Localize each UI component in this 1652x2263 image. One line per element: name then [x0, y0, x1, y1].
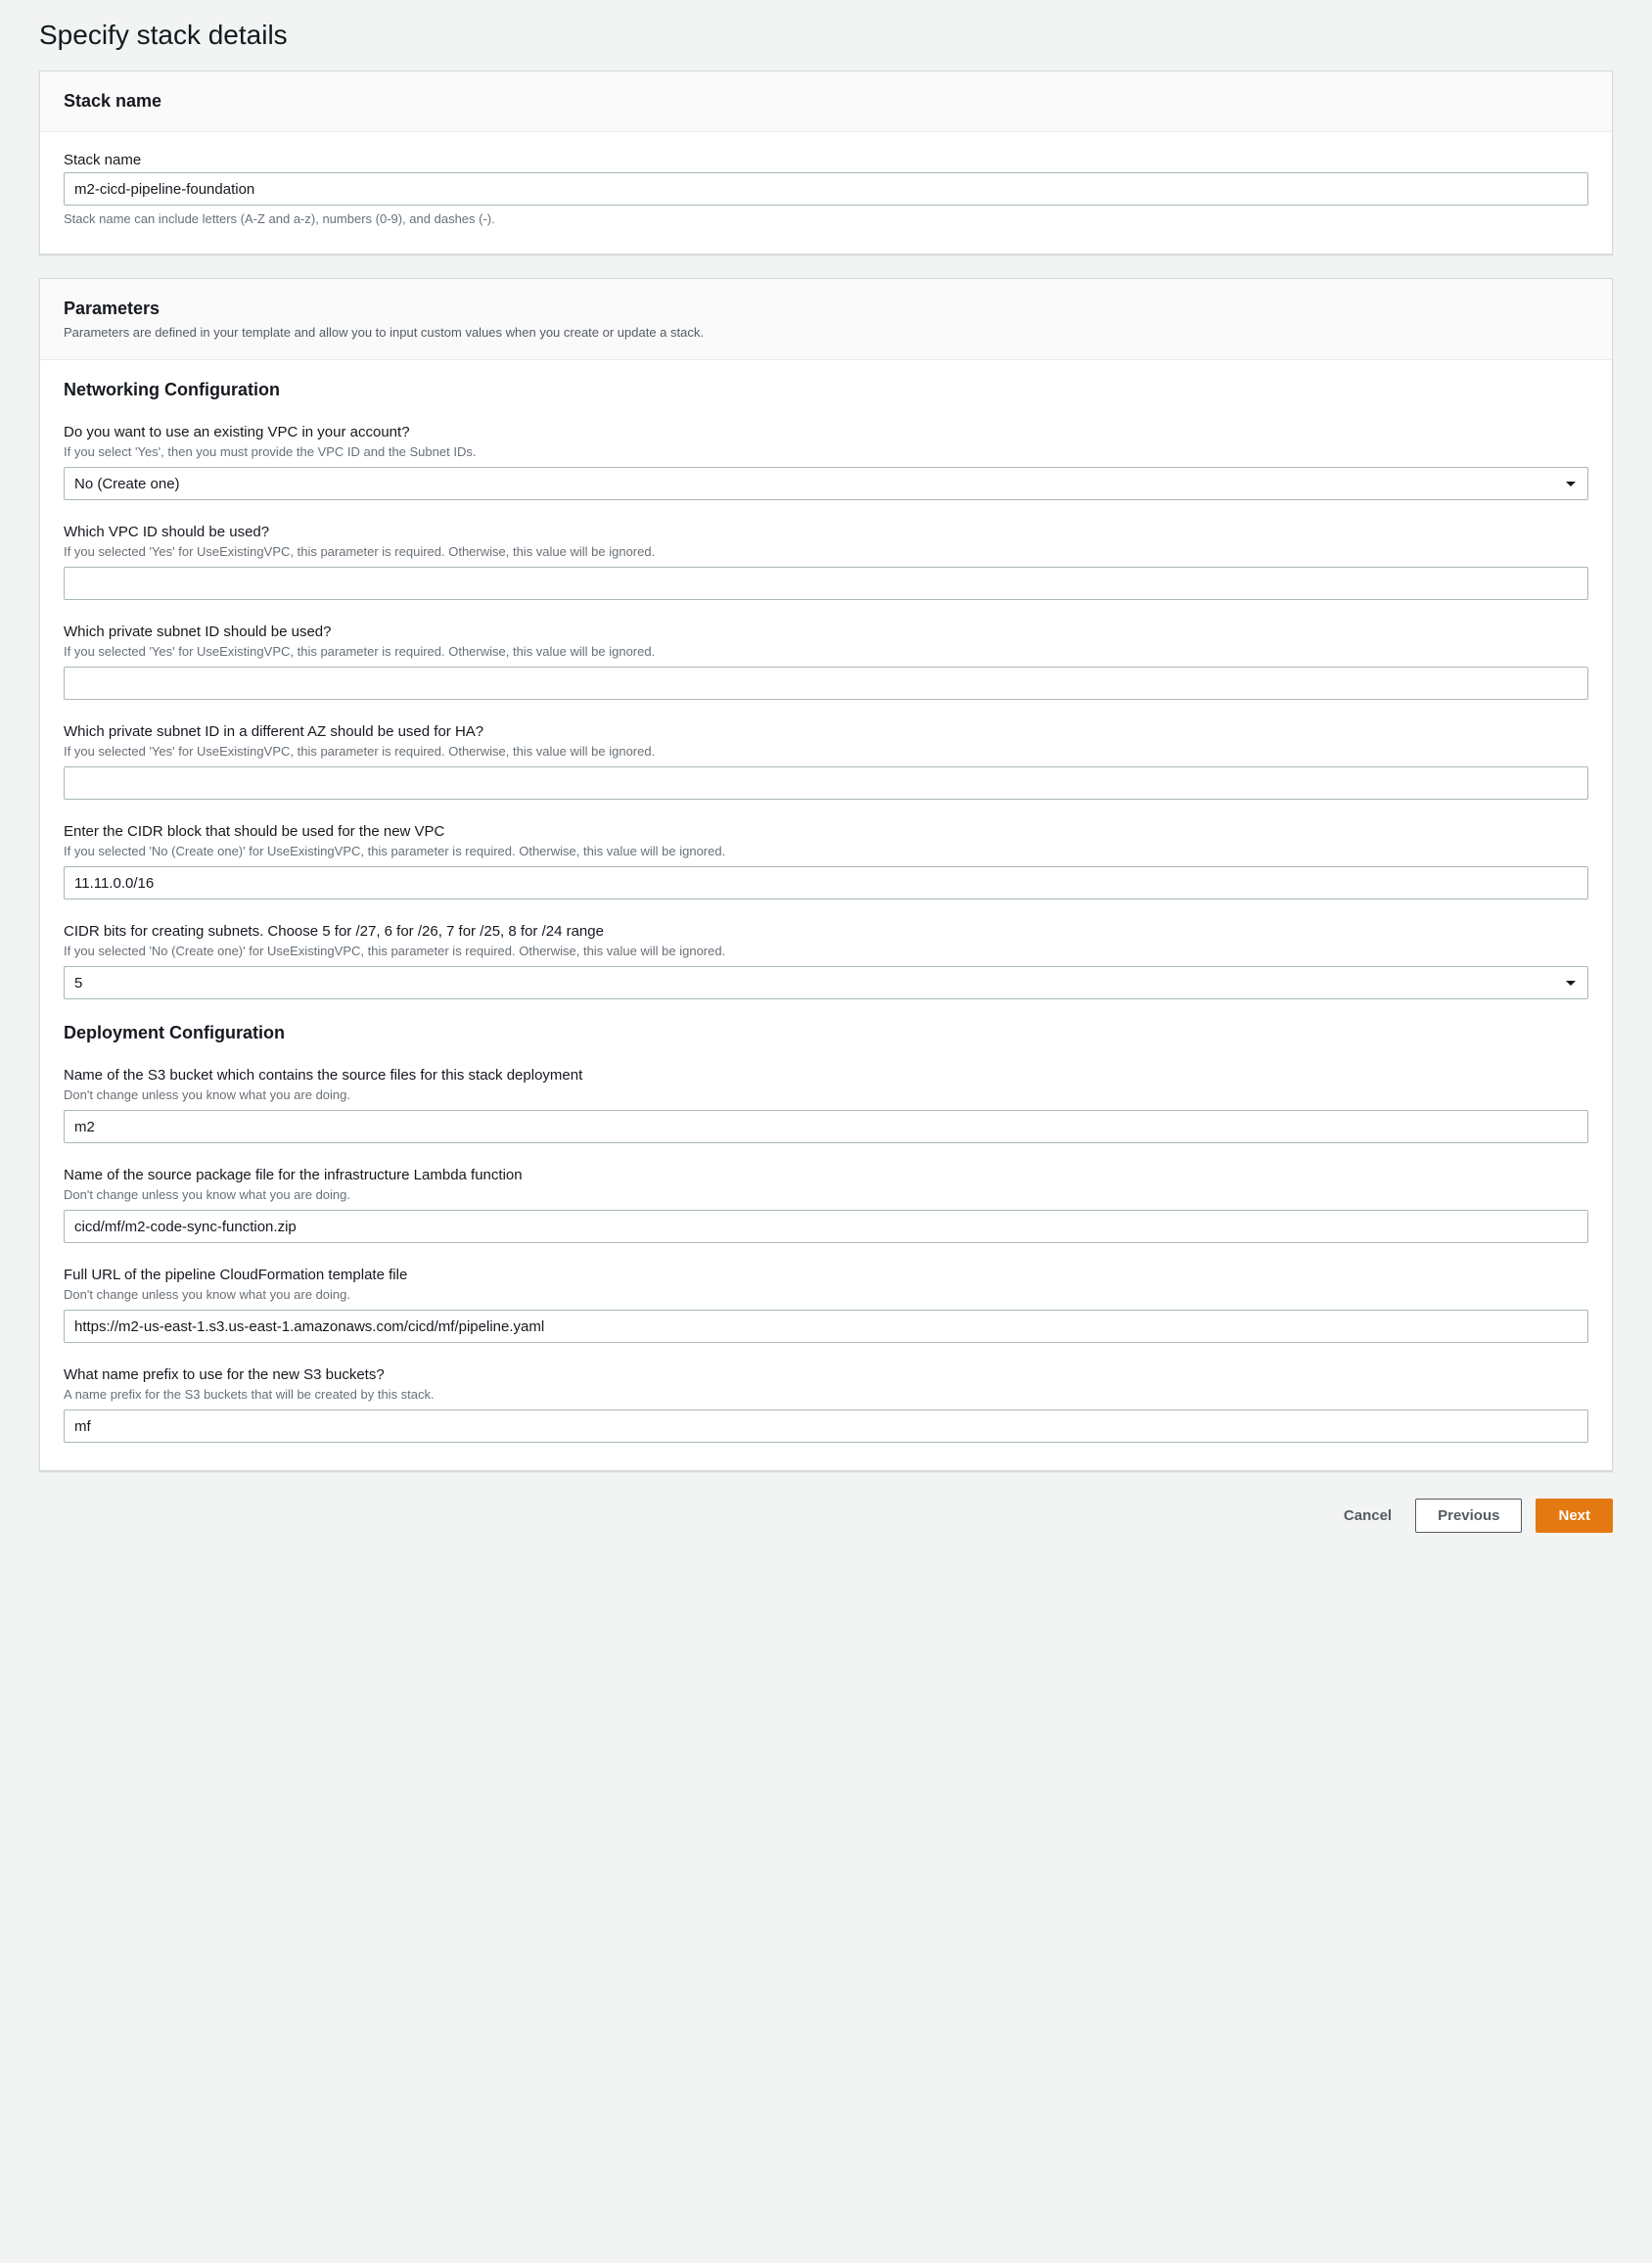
bucket-prefix-hint: A name prefix for the S3 buckets that wi…: [64, 1387, 1588, 1402]
use-existing-vpc-value: No (Create one): [74, 476, 180, 492]
bucket-prefix-field: What name prefix to use for the new S3 b…: [64, 1366, 1588, 1443]
next-button[interactable]: Next: [1536, 1499, 1613, 1533]
stack-name-hint: Stack name can include letters (A-Z and …: [64, 211, 1588, 226]
subnet1-label: Which private subnet ID should be used?: [64, 623, 1588, 640]
cidr-bits-hint: If you selected 'No (Create one)' for Us…: [64, 944, 1588, 958]
page-title: Specify stack details: [39, 20, 1613, 51]
footer-actions: Cancel Previous Next: [39, 1495, 1613, 1533]
stack-name-label: Stack name: [64, 152, 1588, 168]
stack-name-field: Stack name Stack name can include letter…: [64, 152, 1588, 226]
vpc-id-input[interactable]: [64, 567, 1588, 600]
stack-name-input[interactable]: [64, 172, 1588, 206]
subnet2-label: Which private subnet ID in a different A…: [64, 723, 1588, 740]
lambda-package-field: Name of the source package file for the …: [64, 1167, 1588, 1243]
cidr-input[interactable]: [64, 866, 1588, 900]
pipeline-template-hint: Don't change unless you know what you ar…: [64, 1287, 1588, 1302]
stack-name-panel: Stack name Stack name Stack name can inc…: [39, 70, 1613, 254]
vpc-id-label: Which VPC ID should be used?: [64, 524, 1588, 540]
s3-bucket-input[interactable]: [64, 1110, 1588, 1143]
cidr-bits-value: 5: [74, 975, 82, 992]
subnet2-hint: If you selected 'Yes' for UseExistingVPC…: [64, 744, 1588, 759]
subnet2-field: Which private subnet ID in a different A…: [64, 723, 1588, 800]
cidr-hint: If you selected 'No (Create one)' for Us…: [64, 844, 1588, 858]
cidr-label: Enter the CIDR block that should be used…: [64, 823, 1588, 840]
s3-bucket-label: Name of the S3 bucket which contains the…: [64, 1067, 1588, 1084]
stack-name-panel-header: Stack name: [40, 71, 1612, 132]
parameters-panel-title: Parameters: [64, 299, 1588, 319]
s3-bucket-field: Name of the S3 bucket which contains the…: [64, 1067, 1588, 1143]
subnet1-input[interactable]: [64, 667, 1588, 700]
parameters-panel: Parameters Parameters are defined in you…: [39, 278, 1613, 1471]
parameters-panel-subtitle: Parameters are defined in your template …: [64, 325, 1588, 340]
subnet1-field: Which private subnet ID should be used? …: [64, 623, 1588, 700]
bucket-prefix-input[interactable]: [64, 1409, 1588, 1443]
use-existing-vpc-hint: If you select 'Yes', then you must provi…: [64, 444, 1588, 459]
networking-heading: Networking Configuration: [64, 380, 1588, 400]
cidr-bits-label: CIDR bits for creating subnets. Choose 5…: [64, 923, 1588, 940]
cidr-bits-field: CIDR bits for creating subnets. Choose 5…: [64, 923, 1588, 999]
use-existing-vpc-select[interactable]: No (Create one): [64, 467, 1588, 500]
lambda-package-input[interactable]: [64, 1210, 1588, 1243]
pipeline-template-label: Full URL of the pipeline CloudFormation …: [64, 1267, 1588, 1283]
lambda-package-hint: Don't change unless you know what you ar…: [64, 1187, 1588, 1202]
bucket-prefix-label: What name prefix to use for the new S3 b…: [64, 1366, 1588, 1383]
parameters-panel-header: Parameters Parameters are defined in you…: [40, 279, 1612, 360]
cancel-button[interactable]: Cancel: [1334, 1500, 1401, 1532]
previous-button[interactable]: Previous: [1415, 1499, 1522, 1533]
deployment-heading: Deployment Configuration: [64, 1023, 1588, 1043]
subnet1-hint: If you selected 'Yes' for UseExistingVPC…: [64, 644, 1588, 659]
s3-bucket-hint: Don't change unless you know what you ar…: [64, 1087, 1588, 1102]
cidr-bits-select[interactable]: 5: [64, 966, 1588, 999]
lambda-package-label: Name of the source package file for the …: [64, 1167, 1588, 1183]
stack-name-panel-title: Stack name: [64, 91, 1588, 112]
vpc-id-field: Which VPC ID should be used? If you sele…: [64, 524, 1588, 600]
subnet2-input[interactable]: [64, 766, 1588, 800]
pipeline-template-field: Full URL of the pipeline CloudFormation …: [64, 1267, 1588, 1343]
cidr-field: Enter the CIDR block that should be used…: [64, 823, 1588, 900]
vpc-id-hint: If you selected 'Yes' for UseExistingVPC…: [64, 544, 1588, 559]
use-existing-vpc-field: Do you want to use an existing VPC in yo…: [64, 424, 1588, 500]
pipeline-template-input[interactable]: [64, 1310, 1588, 1343]
use-existing-vpc-label: Do you want to use an existing VPC in yo…: [64, 424, 1588, 440]
